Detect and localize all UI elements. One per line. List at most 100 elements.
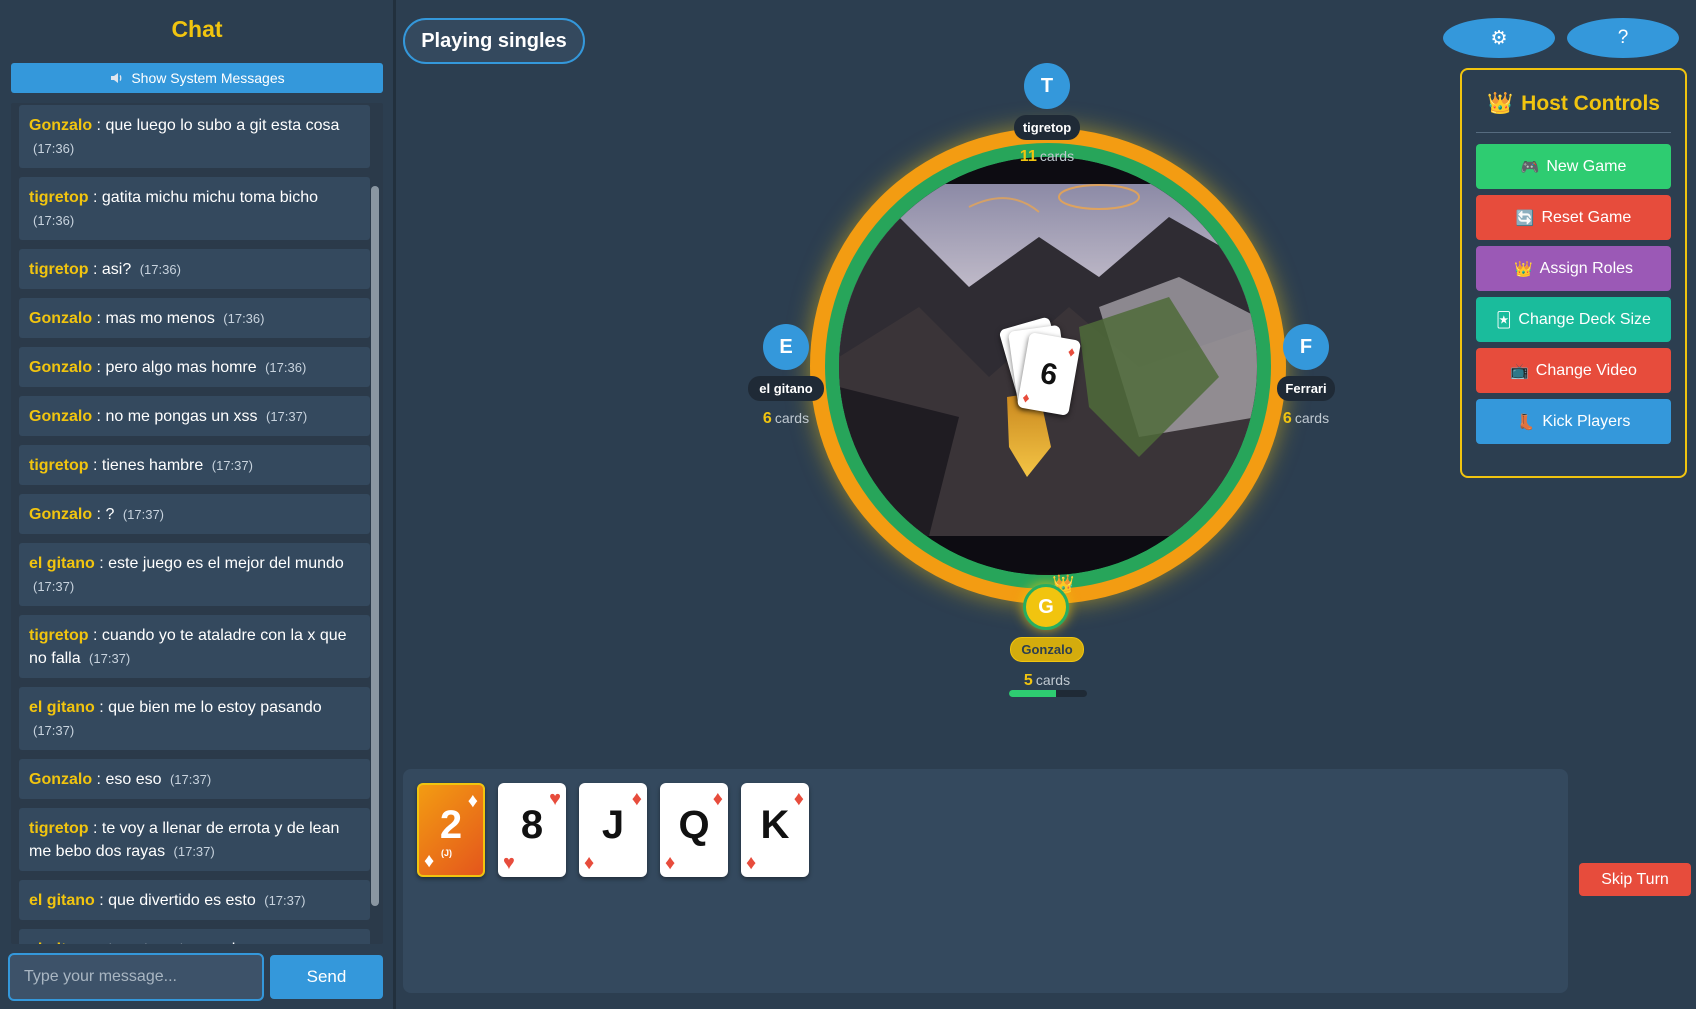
pile-suit-top: ♦	[1066, 343, 1077, 361]
message-time: (17:36)	[139, 262, 181, 277]
card-suit-top: ♦	[467, 790, 478, 812]
chat-message: Gonzalo : no me pongas un xss (17:37)	[19, 396, 370, 436]
help-button[interactable]: ?	[1567, 18, 1679, 58]
chat-message: tigretop : cuando yo te ataladre con la …	[19, 615, 370, 678]
card-suit-bottom: ♦	[424, 850, 435, 872]
hand-card[interactable]: 2 ♦ ♦ (J)	[417, 783, 485, 877]
chat-message: Gonzalo : eso eso (17:37)	[19, 759, 370, 799]
card-suit-top: ♦	[631, 788, 642, 810]
message-author: Gonzalo	[29, 117, 93, 134]
player-card-count-gonzalo: 5 cards	[1023, 672, 1071, 689]
crown-icon: 👑	[1487, 92, 1514, 115]
message-time: (17:37)	[33, 723, 75, 738]
player-card-count-tigretop: 11 cards	[1019, 148, 1075, 165]
card-suit-top: ♦	[712, 788, 723, 810]
player-avatar-tigretop[interactable]: T	[1024, 63, 1070, 109]
message-time: (17:36)	[33, 213, 75, 228]
chat-message: tigretop : gatita michu michu toma bicho…	[19, 177, 370, 240]
message-text: tung tung tung sahur	[108, 941, 255, 944]
game-status: Playing singles	[403, 18, 585, 64]
message-text: pero algo mas homre	[105, 359, 257, 376]
hand-card[interactable]: 8 ♥ ♥	[498, 783, 566, 877]
message-text: mas mo menos	[105, 310, 215, 327]
player-avatar-ferrari[interactable]: F	[1283, 324, 1329, 370]
change-deck-size-button[interactable]: 🃏 Change Deck Size	[1476, 297, 1671, 342]
message-author: Gonzalo	[29, 771, 93, 788]
gear-icon: ⚙	[1490, 27, 1508, 49]
boot-icon: 👢	[1516, 413, 1536, 431]
message-author: tigretop	[29, 261, 89, 278]
card-suit-bottom: ♥	[503, 852, 515, 874]
host-button-label: Change Deck Size	[1518, 310, 1651, 328]
player-name-gonzalo: Gonzalo	[1010, 637, 1084, 662]
refresh-icon: 🔄	[1515, 209, 1535, 227]
chat-message: el gitano : este juego es el mejor del m…	[19, 543, 370, 606]
message-list[interactable]: Gonzalo : que luego lo subo a git esta c…	[11, 103, 383, 944]
message-author: Gonzalo	[29, 408, 93, 425]
tv-icon: 📺	[1510, 362, 1529, 380]
message-author: el gitano	[29, 699, 95, 716]
message-time: (17:36)	[33, 141, 75, 156]
host-button-label: Kick Players	[1542, 412, 1631, 430]
message-time: (17:36)	[223, 311, 265, 326]
host-controls-panel: 👑 Host Controls 🎮 New Game 🔄 Reset Game 👑 Ass…	[1460, 68, 1687, 478]
kick-players-button[interactable]: 👢 Kick Players	[1476, 399, 1671, 444]
message-author: Gonzalo	[29, 506, 93, 523]
message-input[interactable]	[8, 953, 264, 1001]
message-time: (17:37)	[173, 844, 215, 859]
chat-panel: Chat Show System Messages Gonzalo : que …	[0, 0, 396, 1009]
message-text: no me pongas un xss	[105, 408, 258, 425]
chat-message: tigretop : asi? (17:36)	[19, 249, 370, 289]
card-suit-bottom: ♦	[746, 852, 757, 874]
message-author: Gonzalo	[29, 359, 93, 376]
message-author: el gitano	[29, 555, 95, 572]
chat-scrollbar[interactable]	[371, 186, 379, 906]
card-suit-top: ♥	[549, 788, 561, 810]
message-author: el gitano	[29, 892, 95, 909]
host-button-label: Assign Roles	[1539, 259, 1634, 277]
message-text: tienes hambre	[101, 457, 204, 474]
change-video-button[interactable]: 📺 Change Video	[1476, 348, 1671, 393]
message-time: (17:37)	[33, 579, 75, 594]
message-time: (17:36)	[265, 360, 307, 375]
chat-message: el gitano : que divertido es esto (17:37…	[19, 880, 370, 920]
assign-roles-button[interactable]: 👑 Assign Roles	[1476, 246, 1671, 291]
chat-message: tigretop : tienes hambre (17:37)	[19, 445, 370, 485]
hand-card[interactable]: Q ♦ ♦	[660, 783, 728, 877]
message-time: (17:37)	[266, 409, 308, 424]
card-icon: 🃏	[1496, 311, 1512, 329]
player-hand: 2 ♦ ♦ (J) 8 ♥ ♥ J ♦ ♦ Q ♦ ♦ K ♦ ♦	[403, 769, 1568, 993]
card-sub-label: (J)	[441, 848, 452, 858]
message-time: (17:37)	[89, 651, 131, 666]
message-time: (17:37)	[264, 893, 306, 908]
reset-game-button[interactable]: 🔄 Reset Game	[1476, 195, 1671, 240]
message-author: Gonzalo	[29, 310, 93, 327]
send-button[interactable]: Send	[270, 955, 383, 999]
player-avatar-el-gitano[interactable]: E	[763, 324, 809, 370]
message-text: este juego es el mejor del mundo	[108, 555, 344, 572]
player-card-count-ferrari: 6 cards	[1282, 410, 1330, 427]
host-button-label: New Game	[1546, 157, 1627, 175]
new-game-button[interactable]: 🎮 New Game	[1476, 144, 1671, 189]
player-name-tigretop: tigretop	[1014, 115, 1080, 140]
hand-card[interactable]: J ♦ ♦	[579, 783, 647, 877]
message-time: (17:37)	[169, 772, 212, 787]
message-author: el gitano	[29, 941, 95, 944]
player-avatar-gonzalo[interactable]: G	[1023, 584, 1069, 630]
chat-title: Chat	[171, 16, 223, 42]
crown-icon: 👑	[1513, 260, 1533, 278]
skip-turn-button[interactable]: Skip Turn	[1579, 863, 1691, 896]
chat-message: Gonzalo : ? (17:37)	[19, 494, 370, 534]
gamepad-icon: 🎮	[1520, 158, 1540, 176]
show-system-messages-button[interactable]: Show System Messages	[11, 63, 383, 93]
pile-suit-bottom: ♦	[1021, 388, 1032, 406]
turn-timer-fill	[1009, 690, 1056, 697]
message-author: tigretop	[29, 627, 89, 644]
settings-button[interactable]: ⚙	[1443, 18, 1555, 58]
hand-card[interactable]: K ♦ ♦	[741, 783, 809, 877]
chat-message: Gonzalo : que luego lo subo a git esta c…	[19, 105, 370, 168]
message-text: ?	[105, 506, 115, 523]
player-name-el-gitano: el gitano	[748, 376, 824, 401]
message-text: gatita michu michu toma bicho	[101, 189, 318, 206]
message-author: tigretop	[29, 457, 89, 474]
